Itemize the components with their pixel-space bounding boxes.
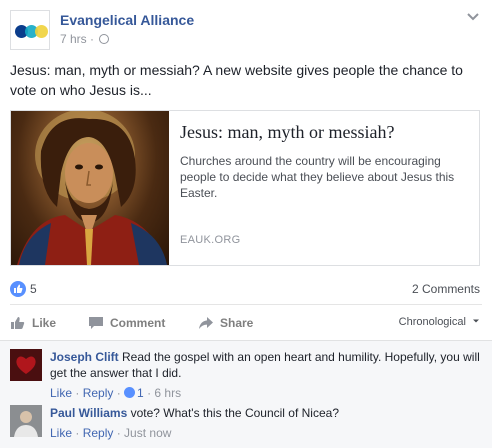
- comment-actions: Like · Reply · 1 · 6 hrs: [50, 386, 182, 400]
- comment-time[interactable]: Just now: [124, 426, 171, 440]
- chevron-down-icon[interactable]: [466, 10, 480, 24]
- comment-button-label: Comment: [110, 316, 166, 330]
- page-avatar[interactable]: [10, 10, 50, 50]
- comment-actions: Like · Reply · Just now: [50, 426, 172, 440]
- comment-reply-link[interactable]: Reply: [83, 386, 114, 400]
- person-profile-picture: [10, 405, 42, 437]
- logo-dot-yellow: [35, 25, 48, 38]
- post-header: Evangelical Alliance 7 hrs ·: [10, 10, 482, 50]
- comment-author[interactable]: Joseph Clift: [50, 350, 119, 364]
- comment-icon: [89, 317, 103, 329]
- post-text: Jesus: man, myth or messiah? A new websi…: [10, 62, 463, 98]
- meta-separator: ·: [90, 32, 95, 46]
- like-reaction-icon: [124, 387, 136, 398]
- comment-body: Joseph Clift Read the gospel with an ope…: [50, 349, 480, 401]
- link-description: Churches around the country will be enco…: [180, 154, 455, 200]
- comment-body: Paul Williams vote? What's this the Coun…: [50, 405, 480, 441]
- link-domain: EAUK.ORG: [180, 234, 241, 246]
- comments-section: Joseph Clift Read the gospel with an ope…: [0, 340, 492, 448]
- comment-author[interactable]: Paul Williams: [50, 406, 127, 420]
- comment-reply-link[interactable]: Reply: [83, 426, 114, 440]
- thumbs-up-icon: [11, 317, 25, 329]
- comments-count[interactable]: 2 Comments: [412, 282, 480, 296]
- comment-like-link[interactable]: Like: [50, 426, 72, 440]
- share-button-label: Share: [220, 316, 254, 330]
- reaction-summary: 5 2 Comments: [10, 280, 482, 298]
- like-reaction-icon[interactable]: [10, 281, 26, 297]
- comment-order-label: Chronological: [398, 316, 466, 328]
- link-title[interactable]: Jesus: man, myth or messiah?: [180, 121, 470, 143]
- comment-time[interactable]: 6 hrs: [154, 386, 181, 400]
- link-preview-card[interactable]: Jesus: man, myth or messiah? Churches ar…: [10, 110, 480, 266]
- like-button-label: Like: [32, 316, 57, 330]
- commenter-avatar[interactable]: [10, 405, 42, 437]
- like-button[interactable]: Like: [10, 315, 56, 331]
- like-count[interactable]: 5: [30, 282, 37, 296]
- comment-like-link[interactable]: Like: [50, 386, 72, 400]
- post-meta: 7 hrs ·: [60, 32, 110, 46]
- thumbs-up-icon: [14, 284, 23, 293]
- comment-content: Joseph Clift Read the gospel with an ope…: [50, 349, 480, 381]
- comment-button[interactable]: Comment: [88, 315, 165, 331]
- globe-icon: [99, 34, 110, 44]
- share-button[interactable]: Share: [198, 315, 253, 331]
- link-thumbnail-jesus-icon-painting: [11, 111, 169, 265]
- comment-order-dropdown[interactable]: Chronological: [399, 316, 480, 328]
- comment-content: Paul Williams vote? What's this the Coun…: [50, 405, 480, 421]
- comment-like-count[interactable]: 1: [137, 386, 144, 400]
- heart-profile-picture: [10, 349, 42, 381]
- comment-text: vote? What's this the Council of Nicea?: [130, 406, 339, 420]
- commenter-avatar[interactable]: [10, 349, 42, 381]
- post-time[interactable]: 7 hrs: [60, 32, 87, 46]
- jesus-icon-painting: [17, 111, 167, 265]
- link-body: Jesus: man, myth or messiah? Churches ar…: [180, 121, 470, 201]
- divider: [10, 304, 482, 305]
- action-bar: Like Comment Share Chronological: [10, 312, 482, 334]
- caret-down-icon: [473, 319, 479, 323]
- share-arrow-icon: [199, 317, 213, 329]
- page-name[interactable]: Evangelical Alliance: [60, 12, 194, 28]
